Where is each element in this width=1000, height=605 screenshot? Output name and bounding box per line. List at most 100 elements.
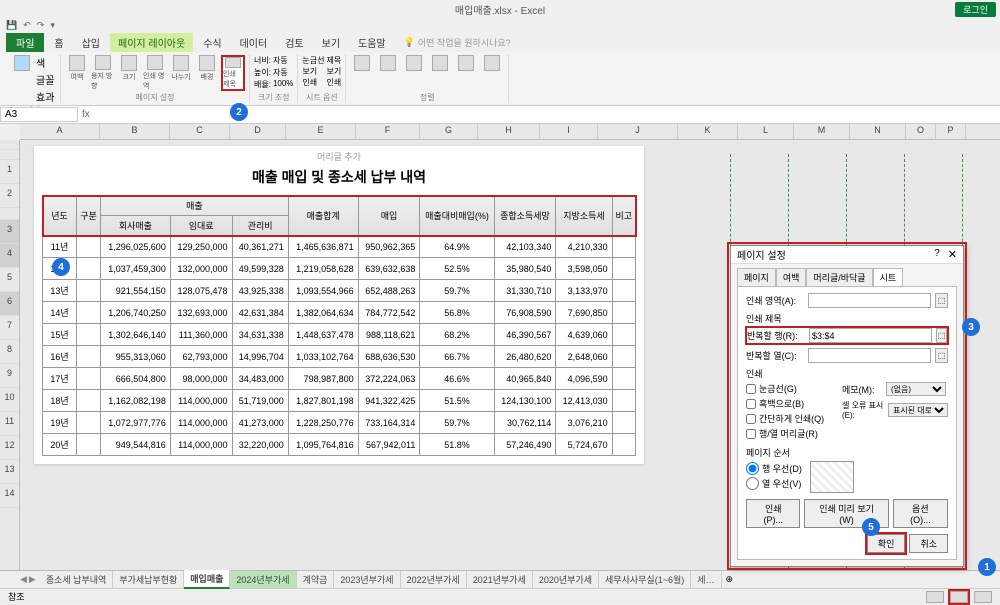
sheet-tab[interactable]: 종소세 납부내역 (40, 571, 113, 588)
cancel-button[interactable]: 취소 (909, 534, 948, 553)
rowcol-check[interactable] (746, 429, 756, 439)
gridlines-check[interactable] (746, 384, 756, 394)
sheet-tab[interactable]: 2023년부가세 (334, 571, 400, 588)
tab-data[interactable]: 데이터 (232, 33, 276, 52)
print-options-section: 인쇄 (746, 367, 948, 380)
help-icon[interactable]: ? (934, 248, 940, 261)
badge-5: 5 (862, 518, 880, 536)
gridlines-view[interactable]: 보기 (302, 66, 324, 77)
ribbon-tabs: 파일 홈 삽입 페이지 레이아웃 수식 데이터 검토 보기 도움말 💡 어떤 작… (0, 32, 1000, 52)
orientation-button[interactable]: 용지 방향 (91, 55, 115, 91)
align[interactable] (428, 55, 452, 91)
app-title: 매입매출.xlsx - Excel (455, 2, 545, 17)
over-down-radio[interactable] (746, 477, 759, 490)
dialog-tab-margins[interactable]: 여백 (776, 268, 807, 286)
bring-forward[interactable] (350, 55, 374, 91)
error-combo[interactable]: 표시된 대로 (888, 403, 948, 417)
dialog-tab-header[interactable]: 머리글/바닥글 (806, 268, 872, 286)
tab-page-layout[interactable]: 페이지 레이아웃 (110, 33, 193, 52)
theme-colors[interactable]: 색 (36, 55, 56, 71)
print-button[interactable]: 인쇄(P)... (746, 499, 800, 528)
size-button[interactable]: 크기 (117, 55, 141, 91)
normal-view-icon[interactable] (926, 591, 944, 603)
breaks-button[interactable]: 나누기 (169, 55, 193, 91)
theme-effects[interactable]: 효과 (36, 89, 56, 105)
margins-button[interactable]: 여백 (65, 55, 89, 91)
bw-check[interactable] (746, 399, 756, 409)
name-box[interactable] (0, 107, 78, 122)
tab-insert[interactable]: 삽입 (74, 33, 108, 52)
tab-review[interactable]: 검토 (277, 33, 311, 52)
headings-print[interactable]: 인쇄 (327, 77, 342, 88)
close-icon[interactable]: ✕ (948, 248, 957, 261)
page-order-preview (810, 461, 854, 493)
page-order-section: 페이지 순서 (746, 446, 948, 459)
tab-file[interactable]: 파일 (6, 33, 44, 52)
tab-formulas[interactable]: 수식 (195, 33, 229, 52)
send-backward[interactable] (376, 55, 400, 91)
status-text: 참조 (8, 590, 25, 603)
group[interactable] (454, 55, 478, 91)
background-button[interactable]: 배경 (195, 55, 219, 91)
badge-1: 1 (978, 558, 996, 576)
qat-undo-icon[interactable]: ↶ (23, 20, 31, 31)
range-picker-icon[interactable]: ⬚ (935, 348, 948, 363)
sheet-tab[interactable]: 2020년부가세 (533, 571, 599, 588)
print-area-input[interactable] (808, 293, 931, 308)
headings-view[interactable]: 보기 (327, 66, 342, 77)
sheet-tab[interactable]: 세무사사무실(1~6월) (599, 571, 691, 588)
badge-4: 4 (52, 258, 70, 276)
height-combo[interactable]: 자동 (273, 67, 288, 78)
dialog-tab-page[interactable]: 페이지 (737, 268, 776, 286)
sheet-tab[interactable]: 부가세납부현황 (113, 571, 184, 588)
range-picker-icon[interactable]: ⬚ (936, 328, 947, 343)
fx-icon[interactable]: fx (78, 109, 94, 120)
qat-save-icon[interactable]: 💾 (6, 20, 17, 31)
repeat-cols-input[interactable] (808, 348, 931, 363)
column-headers: A B C D E F G H I J K L M N O P (20, 124, 1000, 140)
page-setup-dialog: 페이지 설정 ? ✕ 페이지 여백 머리글/바닥글 시트 인쇄 영역(A): ⬚… (730, 245, 964, 567)
options-button[interactable]: 옵션(O)... (893, 499, 948, 528)
gridlines-print[interactable]: 인쇄 (302, 77, 324, 88)
down-over-radio[interactable] (746, 462, 759, 475)
repeat-rows-input[interactable] (809, 328, 932, 343)
nav-prev-icon[interactable]: ◀ (20, 574, 27, 585)
new-sheet-icon[interactable]: ⊕ (726, 574, 734, 585)
table-header: 년도 구분 매출 매출합계 매입 매출대비매입(%) 종합소득세망 지방소득세 … (43, 196, 636, 236)
table-row: 19년1,072,977,776114,000,00041,273,0001,2… (43, 412, 636, 434)
sheet-tab[interactable]: 세… (691, 571, 721, 588)
width-combo[interactable]: 자동 (273, 55, 288, 66)
rotate[interactable] (480, 55, 504, 91)
page-break-view-icon[interactable] (974, 591, 992, 603)
sheet-tab[interactable]: 2021년부가세 (467, 571, 533, 588)
qat-redo-icon[interactable]: ↷ (37, 20, 45, 31)
scale-spinner[interactable]: 100% (273, 79, 293, 90)
range-picker-icon[interactable]: ⬚ (935, 293, 948, 308)
header-placeholder[interactable]: 머리글 추가 (42, 150, 636, 163)
sheet-tab[interactable]: 계약금 (297, 571, 335, 588)
memo-combo[interactable]: (없음) (886, 382, 946, 396)
print-titles-button[interactable]: 인쇄 제목 (221, 55, 245, 91)
selection-pane[interactable] (402, 55, 426, 91)
tab-view[interactable]: 보기 (314, 33, 348, 52)
qat-dropdown-icon[interactable]: ▾ (50, 20, 55, 31)
sheet-tab[interactable]: 2024년부가세 (230, 571, 296, 588)
dialog-tab-sheet[interactable]: 시트 (873, 268, 904, 286)
page-layout-view-icon[interactable] (950, 591, 968, 603)
nav-next-icon[interactable]: ▶ (29, 574, 36, 585)
themes-button[interactable] (10, 55, 34, 91)
theme-fonts[interactable]: 글꼴 (36, 72, 56, 88)
print-titles-section: 인쇄 제목 (746, 312, 948, 325)
tell-me[interactable]: 💡 어떤 작업을 원하시나요? (404, 36, 511, 49)
data-table: 년도 구분 매출 매출합계 매입 매출대비매입(%) 종합소득세망 지방소득세 … (42, 195, 636, 456)
sheet-tab-active[interactable]: 매입매출 (184, 570, 230, 589)
tab-help[interactable]: 도움말 (350, 33, 394, 52)
table-row: 15년1,302,646,140111,360,00034,631,3381,4… (43, 324, 636, 346)
lightbulb-icon: 💡 (404, 37, 415, 48)
sheet-tab[interactable]: 2022년부가세 (401, 571, 467, 588)
ok-button[interactable]: 확인 (867, 534, 906, 553)
print-area-button[interactable]: 인쇄 영역 (143, 55, 167, 91)
tab-home[interactable]: 홈 (46, 33, 71, 52)
draft-check[interactable] (746, 414, 756, 424)
login-button[interactable]: 로그인 (955, 2, 996, 17)
